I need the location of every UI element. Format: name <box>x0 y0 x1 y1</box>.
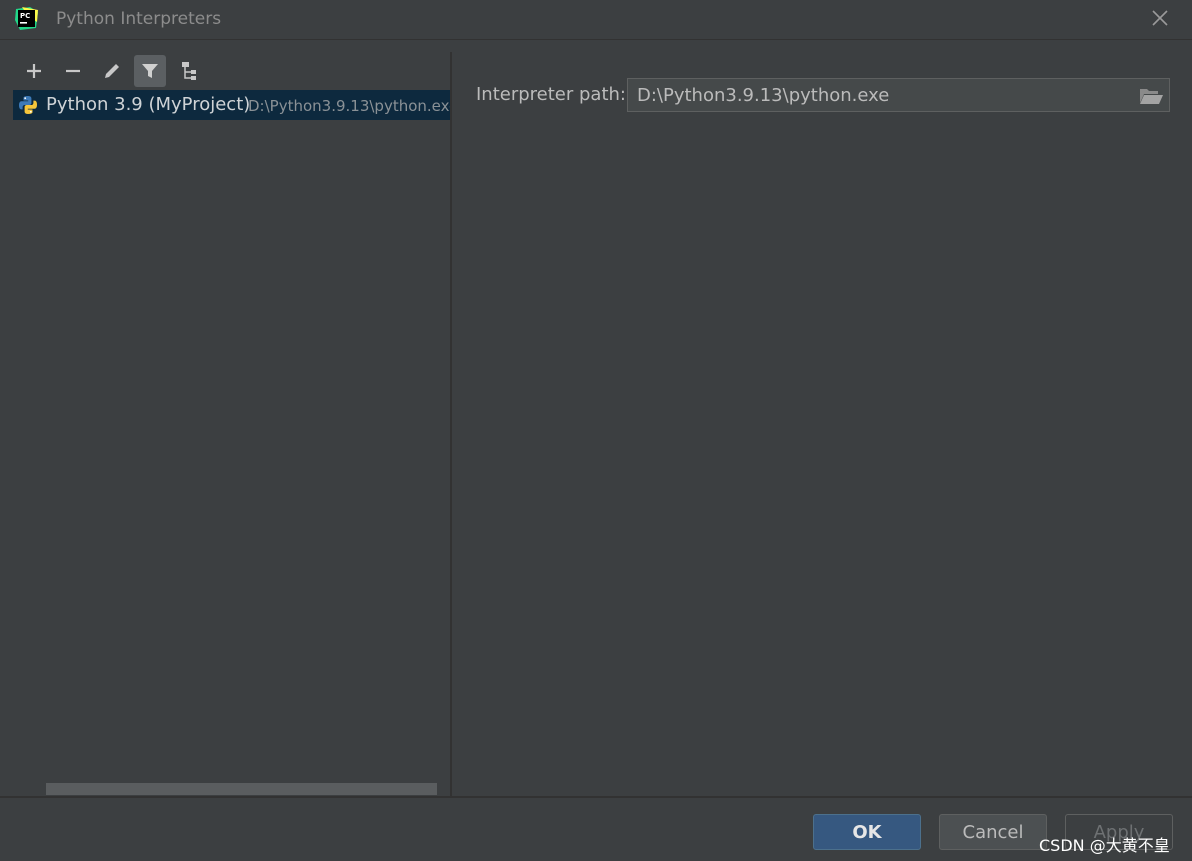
folder-open-icon[interactable] <box>1138 86 1164 106</box>
interpreter-path-field[interactable]: D:\Python3.9.13\python.exe <box>627 78 1170 112</box>
window-title: Python Interpreters <box>56 9 222 29</box>
add-interpreter-button[interactable] <box>18 55 50 87</box>
close-icon[interactable] <box>1148 6 1172 30</box>
remove-interpreter-button[interactable] <box>57 55 89 87</box>
interpreter-list-item[interactable]: Python 3.9 (MyProject) D:\Python3.9.13\p… <box>13 90 450 120</box>
interpreter-path: D:\Python3.9.13\python.exe <box>248 97 450 115</box>
edit-interpreter-button[interactable] <box>96 55 128 87</box>
filter-button[interactable] <box>134 55 166 87</box>
show-paths-button[interactable] <box>174 55 206 87</box>
remove-icon <box>66 69 80 73</box>
footer-separator <box>0 796 1192 798</box>
title-bar: PC Python Interpreters <box>0 0 1192 40</box>
filter-icon <box>142 64 158 78</box>
show-paths-tree-icon <box>182 62 196 80</box>
edit-icon <box>105 64 119 78</box>
svg-text:PC: PC <box>20 12 30 20</box>
watermark: CSDN @大黄不皇 <box>1039 836 1170 855</box>
horizontal-scrollbar[interactable] <box>46 783 437 795</box>
add-icon <box>27 64 41 78</box>
interpreter-list-pane <box>0 52 450 796</box>
cancel-button[interactable]: Cancel <box>939 814 1047 850</box>
interpreter-name: Python 3.9 (MyProject) <box>46 94 251 115</box>
pane-divider[interactable] <box>450 52 452 796</box>
ok-button[interactable]: OK <box>813 814 921 850</box>
python-icon <box>19 96 37 114</box>
interpreter-path-label: Interpreter path: <box>476 84 626 105</box>
pycharm-logo-icon: PC <box>15 7 38 30</box>
